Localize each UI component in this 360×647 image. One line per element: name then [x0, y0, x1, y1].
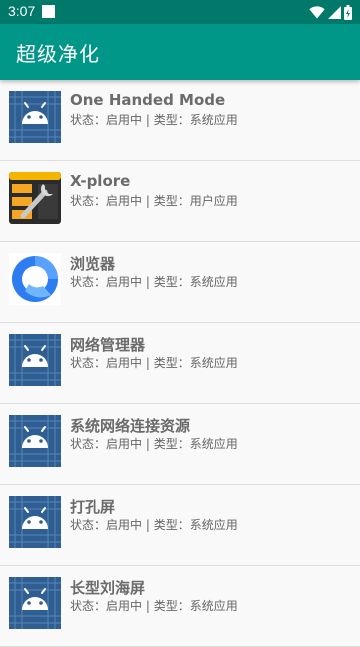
- meta-separator: |: [142, 275, 154, 289]
- app-meta: 状态：启用中 | 类型：系统应用: [70, 597, 238, 614]
- app-status: 启用中: [106, 113, 143, 127]
- app-name: One Handed Mode: [70, 91, 226, 109]
- meta-separator: |: [142, 437, 154, 451]
- app-name: 长型刘海屏: [70, 579, 146, 597]
- status-prefix: 状态：: [70, 194, 107, 208]
- meta-separator: |: [142, 599, 154, 613]
- app-type: 系统应用: [189, 113, 238, 127]
- app-name: 打孔屏: [70, 498, 116, 516]
- list-item-system-network-resources[interactable]: 系统网络连接资源 状态：启用中 | 类型：系统应用: [0, 404, 360, 485]
- app-status: 启用中: [106, 518, 143, 532]
- list-item-browser[interactable]: 浏览器 状态：启用中 | 类型：系统应用: [0, 242, 360, 323]
- list-item-network-manager[interactable]: 网络管理器 状态：启用中 | 类型：系统应用: [0, 323, 360, 404]
- app-meta: 状态：启用中 | 类型：系统应用: [70, 273, 238, 290]
- app-type: 用户应用: [189, 194, 238, 208]
- status-prefix: 状态：: [70, 113, 107, 127]
- status-prefix: 状态：: [70, 518, 107, 532]
- signal-icon: [328, 5, 341, 19]
- android-default-icon: [9, 415, 61, 467]
- list-item-x-plore[interactable]: X-plore 状态：启用中 | 类型：用户应用: [0, 161, 360, 242]
- app-title: 超级净化: [16, 42, 100, 66]
- app-list[interactable]: One Handed Mode 状态：启用中 | 类型：系统应用 X-plore…: [0, 80, 360, 647]
- app-meta: 状态：启用中 | 类型：系统应用: [70, 354, 238, 371]
- xplore-icon: [9, 172, 61, 224]
- app-status: 启用中: [106, 437, 143, 451]
- app-meta: 状态：启用中 | 类型：系统应用: [70, 111, 238, 128]
- wifi-icon: [309, 5, 325, 18]
- list-item-punch-hole[interactable]: 打孔屏 状态：启用中 | 类型：系统应用: [0, 485, 360, 566]
- app-type: 系统应用: [189, 356, 238, 370]
- type-prefix: 类型：: [153, 275, 190, 289]
- app-type: 系统应用: [189, 518, 238, 532]
- meta-separator: |: [142, 356, 154, 370]
- app-status: 启用中: [106, 194, 143, 208]
- status-prefix: 状态：: [70, 275, 107, 289]
- app-status: 启用中: [106, 599, 143, 613]
- app-name: X-plore: [70, 172, 131, 190]
- status-time: 3:07: [8, 3, 36, 19]
- app-type: 系统应用: [189, 599, 238, 613]
- type-prefix: 类型：: [153, 437, 190, 451]
- android-default-icon: [9, 496, 61, 548]
- status-prefix: 状态：: [70, 599, 107, 613]
- app-type: 系统应用: [189, 275, 238, 289]
- meta-separator: |: [142, 194, 154, 208]
- type-prefix: 类型：: [153, 518, 190, 532]
- browser-icon: [9, 253, 61, 305]
- android-default-icon: [9, 334, 61, 386]
- app-name: 浏览器: [70, 255, 116, 273]
- app-name: 系统网络连接资源: [70, 417, 191, 435]
- meta-separator: |: [142, 113, 154, 127]
- type-prefix: 类型：: [153, 113, 190, 127]
- app-meta: 状态：启用中 | 类型：用户应用: [70, 192, 238, 209]
- type-prefix: 类型：: [153, 599, 190, 613]
- app-type: 系统应用: [189, 437, 238, 451]
- list-item-one-handed-mode[interactable]: One Handed Mode 状态：启用中 | 类型：系统应用: [0, 80, 360, 161]
- app-meta: 状态：启用中 | 类型：系统应用: [70, 435, 238, 452]
- type-prefix: 类型：: [153, 356, 190, 370]
- type-prefix: 类型：: [153, 194, 190, 208]
- meta-separator: |: [142, 518, 154, 532]
- status-bar: 3:07: [0, 0, 360, 24]
- status-icons: [309, 4, 352, 20]
- battery-charging-icon: [344, 4, 352, 20]
- app-status: 启用中: [106, 275, 143, 289]
- android-default-icon: [9, 577, 61, 629]
- android-default-icon: [9, 91, 61, 143]
- notification-square-icon: [42, 5, 55, 18]
- status-prefix: 状态：: [70, 356, 107, 370]
- list-item-tall-notch[interactable]: 长型刘海屏 状态：启用中 | 类型：系统应用: [0, 566, 360, 647]
- app-name: 网络管理器: [70, 336, 146, 354]
- app-meta: 状态：启用中 | 类型：系统应用: [70, 516, 238, 533]
- app-status: 启用中: [106, 356, 143, 370]
- app-bar: 超级净化: [0, 24, 360, 80]
- status-prefix: 状态：: [70, 437, 107, 451]
